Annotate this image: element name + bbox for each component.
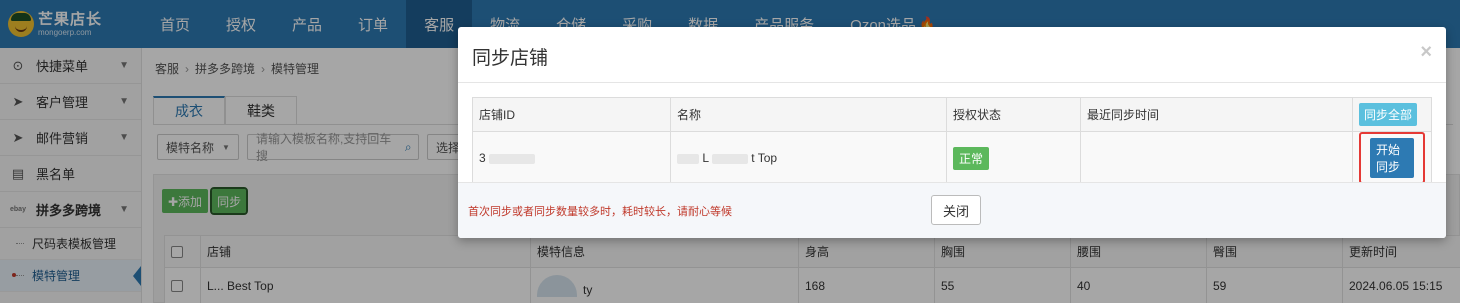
store-sync-table: 店铺ID 名称 授权状态 最近同步时间 同步全部 3 L t Top 正常 开始… (472, 97, 1432, 185)
store-name-prefix: L (702, 151, 709, 165)
dialog-divider (458, 82, 1446, 83)
sync-store-dialog: 同步店铺 × 店铺ID 名称 授权状态 最近同步时间 同步全部 3 L t To… (458, 27, 1446, 238)
action-cell: 开始同步 (1352, 131, 1432, 185)
start-sync-button[interactable]: 开始同步 (1370, 138, 1414, 178)
store-id-cell: 3 (472, 131, 671, 185)
redacted-block (711, 153, 748, 164)
store-name-cell: L t Top (670, 131, 947, 185)
column-header: 店铺ID (472, 97, 671, 132)
dialog-title: 同步店铺 (472, 48, 549, 69)
auth-status-cell: 正常 (946, 131, 1081, 185)
status-badge: 正常 (953, 146, 990, 170)
table-header-row: 店铺ID 名称 授权状态 最近同步时间 同步全部 (472, 97, 1432, 132)
close-icon[interactable]: × (1420, 41, 1432, 64)
column-header: 授权状态 (946, 97, 1081, 132)
highlight-box: 开始同步 (1359, 132, 1425, 184)
table-row: 3 L t Top 正常 开始同步 (472, 131, 1432, 185)
dialog-footer: 首次同步或者同步数量较多时，耗时较长，请耐心等候 关闭 (458, 182, 1446, 238)
sync-all-button[interactable]: 同步全部 (1359, 103, 1418, 126)
column-header: 最近同步时间 (1080, 97, 1353, 132)
footer-note: 首次同步或者同步数量较多时，耗时较长，请耐心等候 (468, 206, 732, 218)
store-id-text: 3 (479, 151, 486, 165)
close-button[interactable]: 关闭 (931, 195, 982, 225)
redacted-block (489, 153, 536, 164)
column-header: 名称 (670, 97, 947, 132)
store-name-suffix: t Top (751, 151, 778, 165)
redacted-block (677, 153, 699, 164)
last-sync-cell (1080, 131, 1353, 185)
